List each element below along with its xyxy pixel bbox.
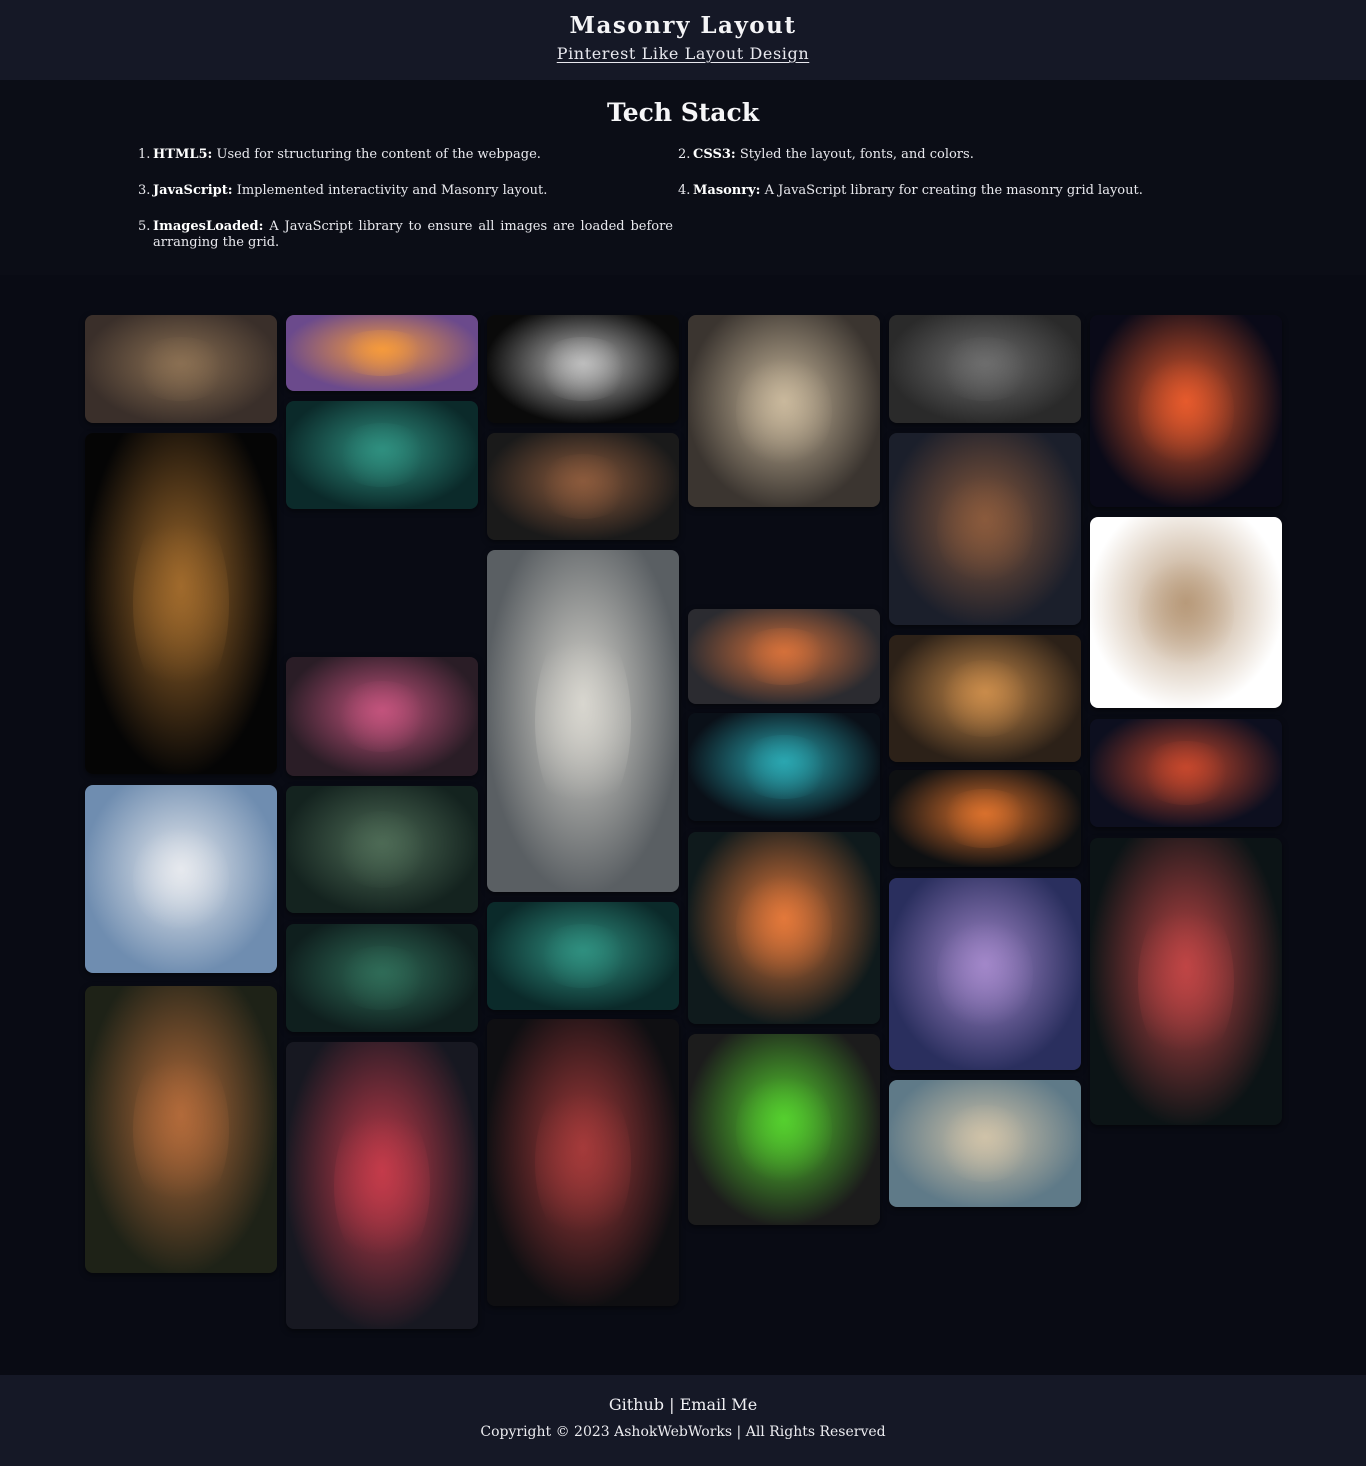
tech-item-description: A JavaScript library for creating the ma… <box>764 183 1143 198</box>
gallery-image-pink-monster-cat[interactable] <box>286 657 478 776</box>
image-subject-highlight <box>334 422 430 488</box>
gallery-image-mountain-sunset[interactable] <box>286 315 478 391</box>
image-subject-highlight <box>937 789 1033 848</box>
image-subject-highlight <box>535 454 631 519</box>
gallery-image-bearded-man-rain[interactable] <box>889 315 1081 423</box>
tech-item-description: Styled the layout, fonts, and colors. <box>739 147 974 162</box>
image-subject-highlight <box>937 660 1033 737</box>
gallery-image-man-teal-lab-2[interactable] <box>487 902 679 1010</box>
gallery-image-carnivorous-flower[interactable] <box>85 986 277 1273</box>
gallery-image-man-flying-papers[interactable] <box>487 550 679 892</box>
gallery-image-meditation-room[interactable] <box>889 635 1081 762</box>
gallery-image-fire-wings-warrior[interactable] <box>688 832 880 1024</box>
gallery-image-woman-cosmos[interactable] <box>889 878 1081 1070</box>
github-link[interactable]: Github <box>609 1395 664 1414</box>
gallery-image-man-teal-lab[interactable] <box>286 401 478 509</box>
image-subject-highlight <box>334 811 430 888</box>
gallery-image-red-skull-robot[interactable] <box>286 1042 478 1329</box>
tech-item-name: Masonry: <box>693 183 761 198</box>
gallery-image-teal-virus-creature[interactable] <box>1090 838 1282 1125</box>
tech-item-name: CSS3: <box>693 147 736 162</box>
image-subject-highlight <box>1138 353 1234 469</box>
tech-item-number: 2. <box>678 147 691 162</box>
image-subject-highlight <box>334 680 430 753</box>
tech-item-number: 1. <box>138 147 151 162</box>
gallery-image-watercolor-woman-hat[interactable] <box>1090 517 1282 708</box>
gallery-image-forest-train[interactable] <box>286 786 478 913</box>
page-title: Masonry Layout <box>569 12 797 39</box>
image-subject-highlight <box>535 923 631 989</box>
image-subject-highlight <box>937 471 1033 587</box>
gallery-image-man-green-shirt[interactable] <box>286 924 478 1032</box>
image-subject-highlight <box>736 734 832 800</box>
gallery-image-sports-car-neon[interactable] <box>688 713 880 821</box>
tech-item-description: Used for structuring the content of the … <box>216 147 541 162</box>
gallery-image-friends-shopping-cart[interactable] <box>688 315 880 507</box>
gallery-image-steampunk-machine[interactable] <box>487 433 679 540</box>
gallery-image-coastal-village[interactable] <box>889 1080 1081 1207</box>
image-subject-highlight <box>937 916 1033 1032</box>
gallery-image-green-slime-monster[interactable] <box>688 1034 880 1225</box>
image-subject-highlight <box>736 1072 832 1187</box>
image-subject-highlight <box>535 336 631 402</box>
tech-item-name: HTML5: <box>153 147 213 162</box>
image-subject-highlight <box>133 501 229 706</box>
tech-item-html5: 1. HTML5: Used for structuring the conte… <box>138 147 673 163</box>
image-subject-highlight <box>133 822 229 936</box>
subtitle-link[interactable]: Pinterest Like Layout Design <box>557 44 810 63</box>
gallery-image-cartoon-girl-books[interactable] <box>889 433 1081 625</box>
image-subject-highlight <box>133 336 229 402</box>
image-subject-highlight <box>937 336 1033 402</box>
tech-item-masonry: 4. Masonry: A JavaScript library for cre… <box>678 183 1213 199</box>
gallery-image-planets-balloons[interactable] <box>1090 719 1282 827</box>
footer-separator: | <box>664 1395 680 1414</box>
tech-item-description: Implemented interactivity and Masonry la… <box>236 183 548 198</box>
email-link[interactable]: Email Me <box>680 1395 758 1414</box>
tech-stack-section: Tech Stack 1. HTML5: Used for structurin… <box>0 80 1366 275</box>
gallery-image-golden-basketball-statue[interactable] <box>85 433 277 774</box>
footer-links: Github | Email Me <box>0 1395 1366 1414</box>
gallery-image-girl-with-cat[interactable] <box>85 785 277 973</box>
site-header: Masonry Layout Pinterest Like Layout Des… <box>0 0 1366 80</box>
tech-stack-title: Tech Stack <box>606 98 760 127</box>
image-subject-highlight <box>535 1076 631 1249</box>
tech-item-number: 4. <box>678 183 691 198</box>
image-subject-highlight <box>334 330 430 376</box>
gallery-image-neon-brain-creature[interactable] <box>1090 315 1282 507</box>
tech-item-number: 5. <box>138 219 151 234</box>
image-subject-highlight <box>736 870 832 986</box>
gallery-image-wireframe-spheres[interactable] <box>487 315 679 423</box>
tech-item-css3: 2. CSS3: Styled the layout, fonts, and c… <box>678 147 1213 163</box>
tech-item-number: 3. <box>138 183 151 198</box>
tech-item-imagesloaded: 5. ImagesLoaded: A JavaScript library to… <box>138 219 673 251</box>
image-subject-highlight <box>535 618 631 824</box>
image-subject-highlight <box>133 1043 229 1216</box>
tech-item-name: ImagesLoaded: <box>153 219 264 234</box>
image-subject-highlight <box>736 628 832 685</box>
image-subject-highlight <box>334 1099 430 1272</box>
gallery-image-robot-market-street[interactable] <box>85 315 277 423</box>
copyright-text: Copyright © 2023 AshokWebWorks | All Rig… <box>480 1424 886 1440</box>
gallery-image-fiery-demon-face[interactable] <box>889 770 1081 867</box>
image-subject-highlight <box>1138 895 1234 1068</box>
image-subject-highlight <box>736 353 832 469</box>
image-subject-highlight <box>1138 740 1234 806</box>
tech-item-name: JavaScript: <box>153 183 233 198</box>
image-subject-highlight <box>937 1105 1033 1182</box>
tech-item-javascript: 3. JavaScript: Implemented interactivity… <box>138 183 673 199</box>
page-subtitle: Pinterest Like Layout Design <box>0 44 1366 63</box>
gallery-image-red-vein-face[interactable] <box>487 1019 679 1306</box>
image-subject-highlight <box>1138 555 1234 670</box>
image-subject-highlight <box>334 945 430 1011</box>
gallery-image-old-man-orange-hat[interactable] <box>688 609 880 704</box>
site-footer: Github | Email Me Copyright © 2023 Ashok… <box>0 1375 1366 1466</box>
